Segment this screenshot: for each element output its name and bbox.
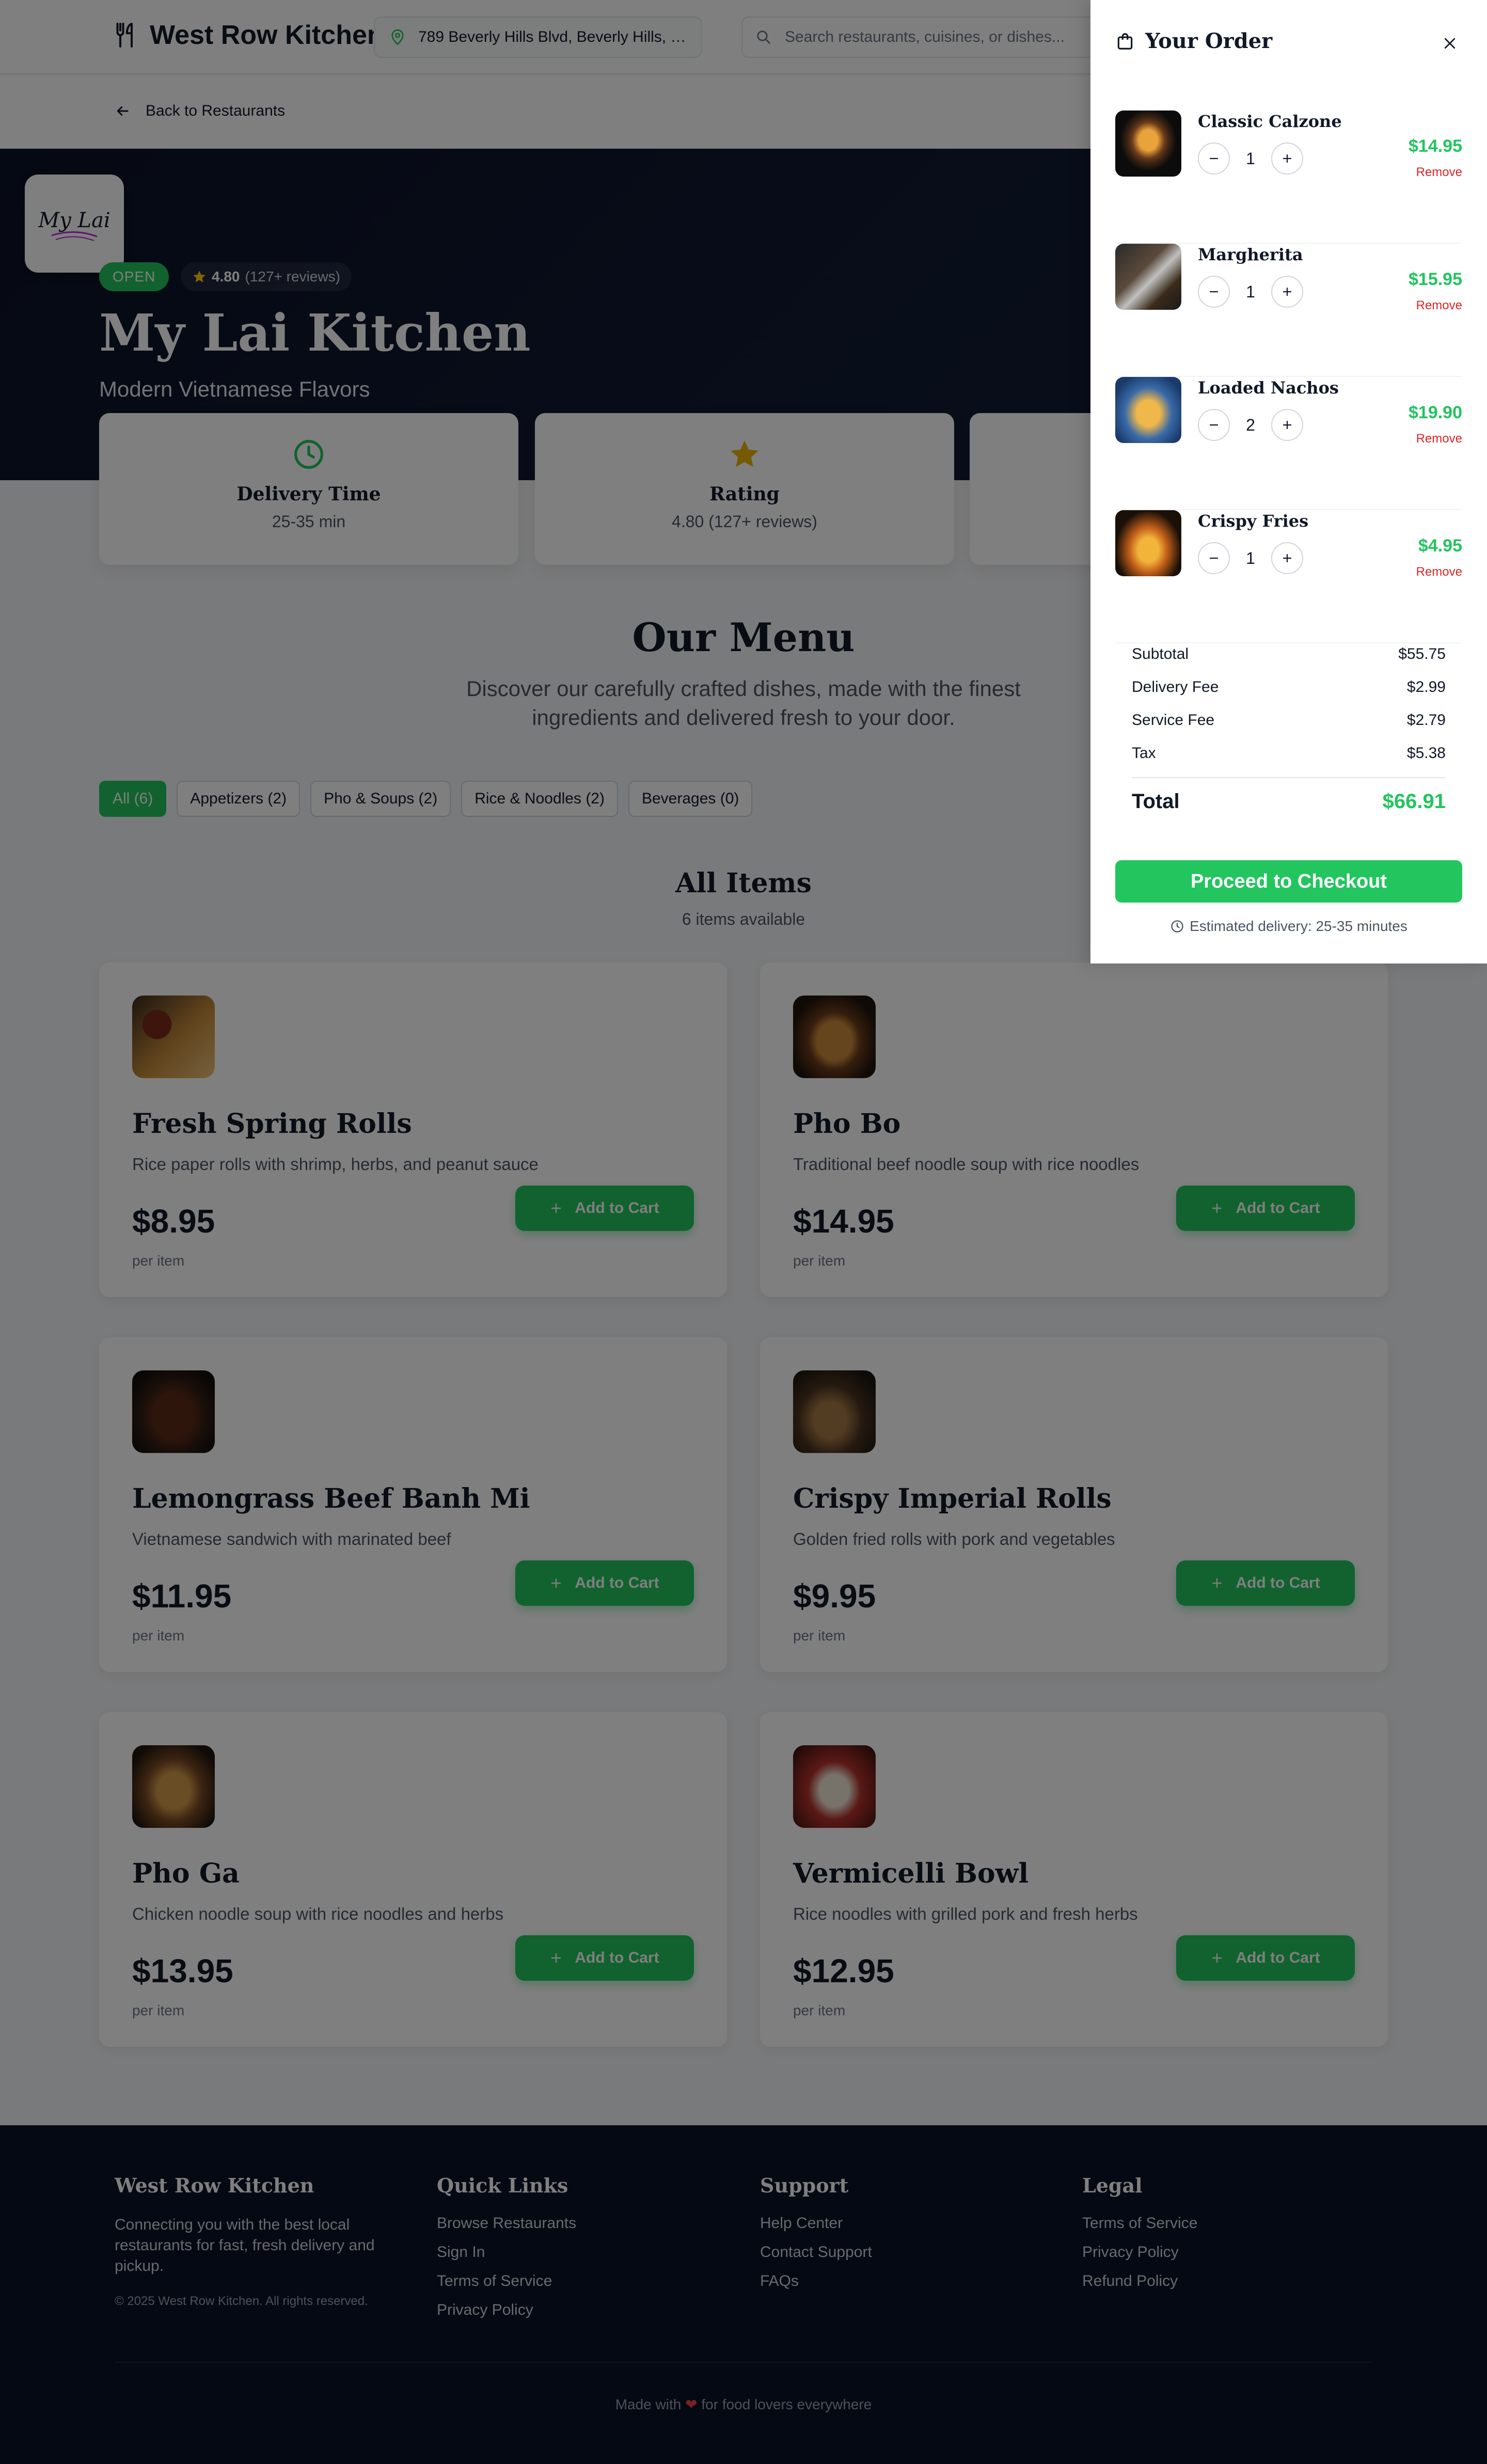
quantity-stepper: 1 <box>1198 143 1303 175</box>
summary-label: Delivery Fee <box>1132 678 1219 696</box>
plus-icon <box>1283 154 1292 163</box>
total-value: $66.91 <box>1382 790 1446 813</box>
total-label: Total <box>1132 790 1180 813</box>
order-item: Classic Calzone 1 $14.95 Remove <box>1115 110 1462 244</box>
summary-value: $55.75 <box>1398 645 1446 662</box>
order-item-price: $19.90 <box>1409 403 1462 422</box>
summary-value: $2.79 <box>1406 712 1446 729</box>
order-item-price: $14.95 <box>1409 136 1462 156</box>
decrease-quantity-button[interactable] <box>1198 542 1230 574</box>
quantity-stepper: 1 <box>1198 276 1303 308</box>
decrease-quantity-button[interactable] <box>1198 143 1230 175</box>
proceed-to-checkout-button[interactable]: Proceed to Checkout <box>1115 860 1462 903</box>
minus-icon <box>1209 557 1219 559</box>
order-item: Crispy Fries 1 $4.95 Remove <box>1115 510 1462 643</box>
quantity-value: 1 <box>1246 548 1255 567</box>
plus-icon <box>1283 287 1292 296</box>
plus-icon <box>1283 420 1292 430</box>
quantity-value: 2 <box>1246 415 1255 434</box>
decrease-quantity-button[interactable] <box>1198 276 1230 308</box>
order-item-name: Loaded Nachos <box>1198 378 1339 398</box>
tax-row: Tax $5.38 <box>1132 745 1446 762</box>
summary-value: $2.99 <box>1406 678 1446 696</box>
quantity-value: 1 <box>1246 282 1255 301</box>
summary-label: Subtotal <box>1132 645 1189 662</box>
delivery-fee-row: Delivery Fee $2.99 <box>1132 678 1446 696</box>
shopping-bag-icon <box>1117 33 1133 50</box>
increase-quantity-button[interactable] <box>1271 143 1303 175</box>
order-title: Your Order <box>1145 29 1273 53</box>
order-item: Loaded Nachos 2 $19.90 Remove <box>1115 377 1462 510</box>
order-item-price: $4.95 <box>1418 536 1462 556</box>
service-fee-row: Service Fee $2.79 <box>1132 712 1446 729</box>
remove-item-button[interactable]: Remove <box>1416 565 1462 579</box>
remove-item-button[interactable]: Remove <box>1416 432 1462 446</box>
order-item-image <box>1115 377 1181 443</box>
decrease-quantity-button[interactable] <box>1198 409 1230 441</box>
order-item-price: $15.95 <box>1409 270 1462 289</box>
quantity-stepper: 1 <box>1198 542 1303 574</box>
order-drawer: Your Order Classic Calzone 1 $14.95 Remo… <box>1090 0 1487 964</box>
remove-item-button[interactable]: Remove <box>1416 298 1462 313</box>
increase-quantity-button[interactable] <box>1271 542 1303 574</box>
increase-quantity-button[interactable] <box>1271 276 1303 308</box>
order-header: Your Order <box>1115 29 1272 53</box>
summary-label: Tax <box>1132 745 1156 762</box>
subtotal-row: Subtotal $55.75 <box>1132 645 1446 663</box>
summary-value: $5.38 <box>1406 745 1446 762</box>
clock-icon <box>1171 920 1183 933</box>
summary-divider <box>1132 777 1446 778</box>
minus-icon <box>1209 291 1219 293</box>
minus-icon <box>1209 424 1219 426</box>
quantity-stepper: 2 <box>1198 409 1303 441</box>
estimated-delivery: Estimated delivery: 25-35 minutes <box>1115 918 1462 935</box>
order-item-image <box>1115 244 1181 310</box>
plus-icon <box>1283 554 1292 563</box>
total-row: Total $66.91 <box>1132 790 1446 813</box>
remove-item-button[interactable]: Remove <box>1416 165 1462 180</box>
minus-icon <box>1209 157 1219 160</box>
close-order-button[interactable] <box>1437 31 1462 56</box>
summary-label: Service Fee <box>1132 712 1215 729</box>
order-item-name: Margherita <box>1198 245 1303 264</box>
order-item-image <box>1115 510 1181 576</box>
close-icon <box>1444 38 1456 49</box>
order-item-image <box>1115 110 1181 177</box>
quantity-value: 1 <box>1246 149 1255 168</box>
eta-text: Estimated delivery: 25-35 minutes <box>1190 918 1407 934</box>
order-item-name: Crispy Fries <box>1198 511 1309 531</box>
increase-quantity-button[interactable] <box>1271 409 1303 441</box>
order-item-name: Classic Calzone <box>1198 112 1342 131</box>
order-item: Margherita 1 $15.95 Remove <box>1115 244 1462 377</box>
